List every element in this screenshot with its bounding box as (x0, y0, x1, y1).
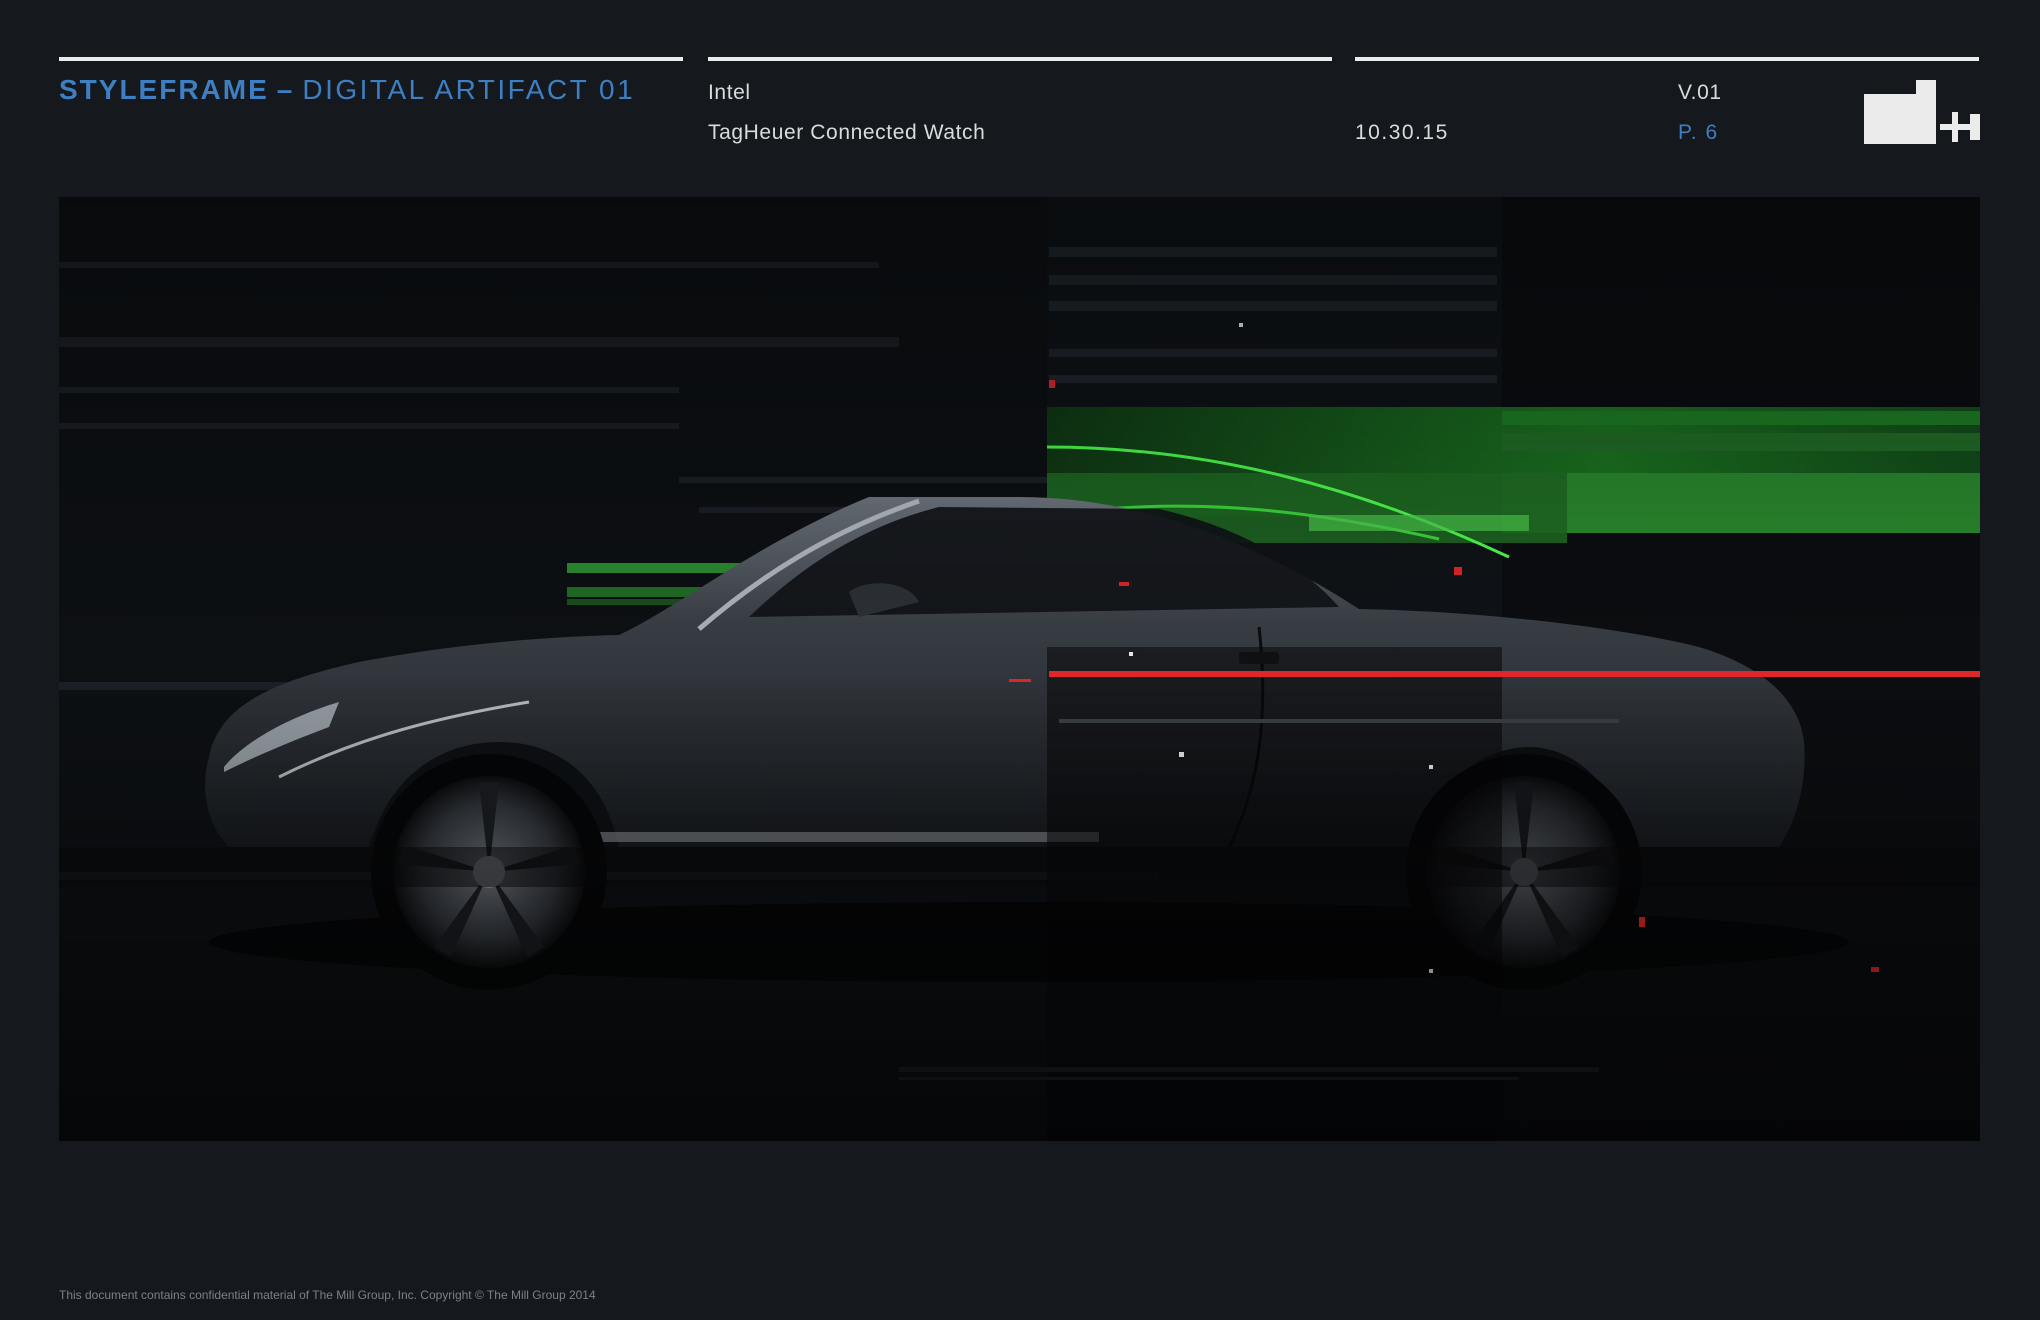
page-number: P. 6 (1678, 121, 1719, 144)
version-label: V.01 (1678, 81, 1722, 104)
styleframe-image (59, 197, 1980, 1141)
header-rule-middle (708, 57, 1332, 61)
header-rule-right (1355, 57, 1979, 61)
header-rule-left (59, 57, 683, 61)
confidentiality-footer: This document contains confidential mate… (59, 1288, 596, 1302)
project-name: TagHeuer Connected Watch (708, 121, 986, 144)
car-glitch-illustration (59, 197, 1980, 1141)
document-title: STYLEFRAME – DIGITAL ARTIFACT 01 (59, 74, 635, 106)
title-separator: – (276, 74, 295, 105)
title-light: DIGITAL ARTIFACT 01 (302, 74, 636, 105)
mill-plus-logo-icon (1864, 80, 1980, 144)
client-name: Intel (708, 81, 751, 104)
title-bold: STYLEFRAME (59, 74, 269, 105)
document-date: 10.30.15 (1355, 121, 1449, 144)
